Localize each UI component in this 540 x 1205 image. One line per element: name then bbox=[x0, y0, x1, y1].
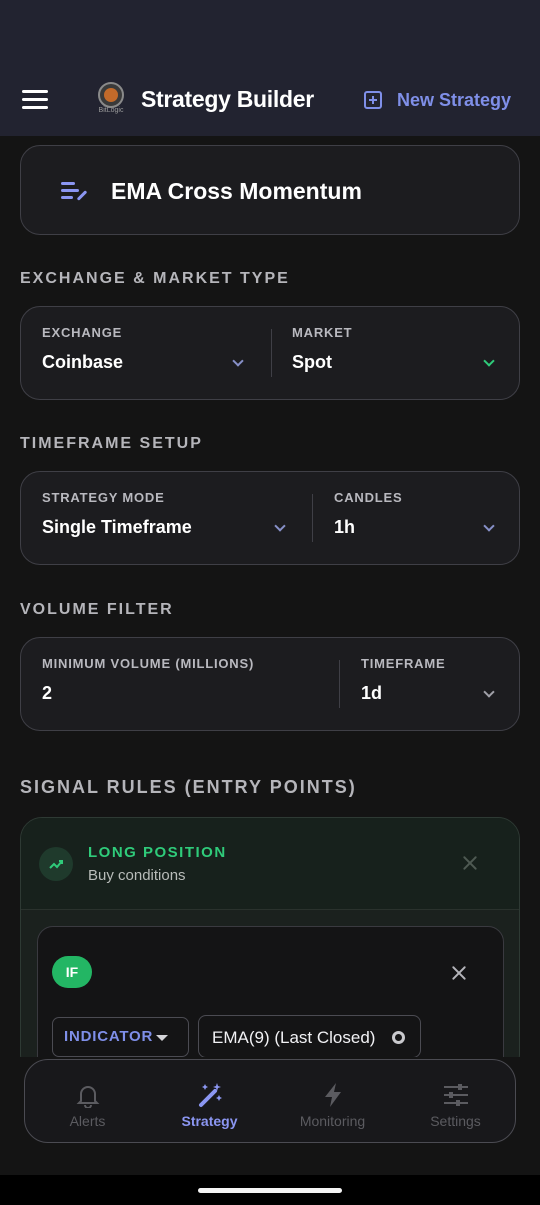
logo-text: BitLogic bbox=[98, 107, 124, 114]
gear-icon[interactable] bbox=[392, 1031, 405, 1044]
caret-down-icon bbox=[156, 1035, 168, 1041]
nav-label-alerts: Alerts bbox=[69, 1113, 106, 1129]
long-position-title: LONG POSITION bbox=[88, 844, 227, 861]
bottom-navigation: Alerts Strategy Monitoring Settings bbox=[24, 1059, 516, 1143]
candles-label: CANDLES bbox=[334, 490, 403, 505]
home-indicator[interactable] bbox=[198, 1188, 342, 1193]
chevron-down-icon bbox=[232, 355, 244, 367]
volume-filter-card: MINIMUM VOLUME (MILLIONS) 2 TIMEFRAME 1d bbox=[20, 637, 520, 731]
strategy-name-field[interactable]: EMA Cross Momentum bbox=[20, 145, 520, 235]
chevron-down-icon bbox=[483, 355, 495, 367]
if-badge: IF bbox=[52, 956, 92, 988]
long-position-card: LONG POSITION Buy conditions IF INDICATO… bbox=[20, 817, 520, 1077]
minimum-volume-label: MINIMUM VOLUME (MILLIONS) bbox=[42, 656, 255, 671]
app-bar: BitLogic Strategy Builder New Strategy bbox=[0, 66, 540, 136]
exchange-section-heading: EXCHANGE & MARKET TYPE bbox=[20, 270, 290, 287]
remove-long-close-icon[interactable] bbox=[462, 855, 478, 871]
volume-section-heading: VOLUME FILTER bbox=[20, 601, 174, 618]
exchange-dropdown[interactable]: EXCHANGE Coinbase bbox=[21, 307, 271, 399]
exchange-label: EXCHANGE bbox=[42, 325, 123, 340]
nav-label-monitoring: Monitoring bbox=[299, 1113, 366, 1129]
remove-condition-close-icon[interactable] bbox=[451, 965, 467, 981]
app-logo: BitLogic bbox=[95, 82, 127, 116]
chevron-down-icon bbox=[274, 520, 286, 532]
edit-notes-icon bbox=[61, 182, 88, 202]
exchange-market-card: EXCHANGE Coinbase MARKET Spot bbox=[20, 306, 520, 400]
nav-item-settings[interactable]: Settings bbox=[394, 1060, 517, 1144]
market-value: Spot bbox=[292, 352, 332, 372]
signal-rules-heading: SIGNAL RULES (ENTRY POINTS) bbox=[20, 777, 357, 797]
indicator-value: EMA(9) (Last Closed) bbox=[212, 1028, 376, 1047]
indicator-chip[interactable]: EMA(9) (Last Closed) bbox=[198, 1015, 421, 1058]
timeframe-card: STRATEGY MODE Single Timeframe CANDLES 1… bbox=[20, 471, 520, 565]
hamburger-menu-icon[interactable] bbox=[22, 90, 48, 110]
long-position-header: LONG POSITION Buy conditions bbox=[21, 818, 519, 910]
new-strategy-button[interactable]: New Strategy bbox=[364, 86, 511, 114]
timeframe-section-heading: TIMEFRAME SETUP bbox=[20, 435, 203, 452]
market-label: MARKET bbox=[292, 325, 353, 340]
magic-wand-icon bbox=[197, 1082, 223, 1108]
operand-type-label: INDICATOR bbox=[64, 1028, 154, 1045]
nav-item-alerts[interactable]: Alerts bbox=[26, 1060, 149, 1144]
sliders-icon bbox=[443, 1082, 469, 1108]
nav-item-monitoring[interactable]: Monitoring bbox=[271, 1060, 394, 1144]
strategy-mode-value: Single Timeframe bbox=[42, 517, 192, 537]
add-square-icon bbox=[364, 91, 382, 109]
nav-label-settings: Settings bbox=[430, 1113, 481, 1129]
nav-label-strategy: Strategy bbox=[181, 1113, 238, 1129]
chevron-down-icon bbox=[483, 520, 495, 532]
strategy-mode-label: STRATEGY MODE bbox=[42, 490, 165, 505]
new-strategy-label: New Strategy bbox=[397, 89, 512, 110]
strategy-name: EMA Cross Momentum bbox=[111, 178, 362, 204]
bell-icon bbox=[75, 1082, 101, 1109]
minimum-volume-value: 2 bbox=[42, 683, 53, 703]
condition-block: IF INDICATOR EMA(9) (Last Closed) bbox=[37, 926, 504, 1076]
trending-up-icon bbox=[39, 847, 73, 881]
strategy-mode-dropdown[interactable]: STRATEGY MODE Single Timeframe bbox=[21, 472, 312, 564]
market-dropdown[interactable]: MARKET Spot bbox=[272, 307, 520, 399]
volume-timeframe-label: TIMEFRAME bbox=[361, 656, 446, 671]
lightning-icon bbox=[320, 1082, 346, 1108]
chevron-down-icon bbox=[483, 686, 495, 698]
volume-timeframe-dropdown[interactable]: TIMEFRAME 1d bbox=[340, 638, 520, 730]
nav-item-strategy[interactable]: Strategy bbox=[148, 1060, 271, 1144]
candles-dropdown[interactable]: CANDLES 1h bbox=[313, 472, 520, 564]
page-title: Strategy Builder bbox=[141, 86, 314, 112]
system-navigation-bar bbox=[0, 1175, 540, 1205]
minimum-volume-input[interactable]: MINIMUM VOLUME (MILLIONS) 2 bbox=[21, 638, 339, 730]
exchange-value: Coinbase bbox=[42, 352, 124, 372]
operand-type-dropdown[interactable]: INDICATOR bbox=[52, 1017, 189, 1057]
long-position-subtitle: Buy conditions bbox=[88, 867, 186, 884]
status-bar bbox=[0, 0, 540, 66]
volume-timeframe-value: 1d bbox=[361, 683, 383, 703]
candles-value: 1h bbox=[334, 517, 356, 537]
